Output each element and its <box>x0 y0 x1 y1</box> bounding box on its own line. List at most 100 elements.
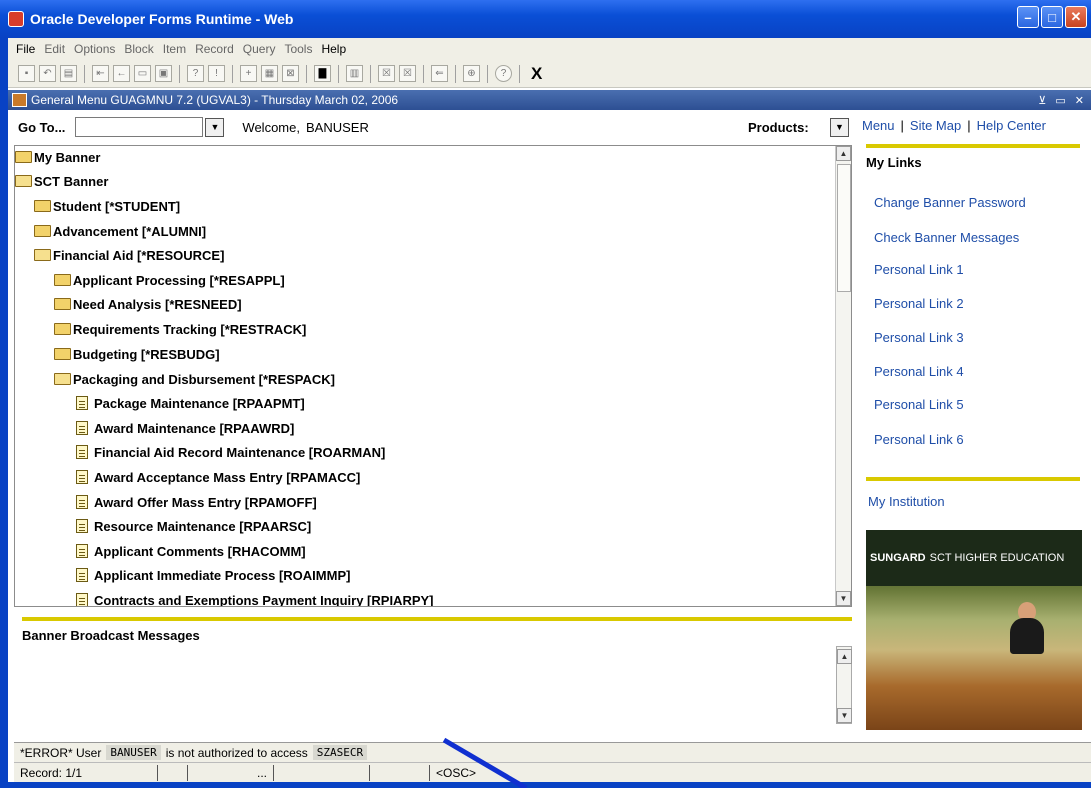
online-help-icon[interactable]: ⊕ <box>463 65 480 82</box>
window-left-frame <box>0 38 8 788</box>
scroll-down-icon[interactable]: ▼ <box>836 591 851 606</box>
folder-icon <box>15 151 32 163</box>
personal-link-1[interactable]: Personal Link 1 <box>874 262 964 277</box>
form-document-icon <box>76 396 88 410</box>
form-window-controls[interactable]: ⊻ ▭ ✕ <box>1038 94 1087 107</box>
broadcast-heading: Banner Broadcast Messages <box>22 628 200 643</box>
tree-node[interactable]: My Banner <box>15 146 100 168</box>
student-photo-body <box>1010 618 1044 654</box>
execute-query-icon[interactable]: ! <box>208 65 225 82</box>
toolbar-divider <box>423 64 424 83</box>
error-status-line: *ERROR* User BANUSER is not authorized t… <box>14 742 1091 762</box>
scroll-thumb[interactable] <box>837 164 851 292</box>
personal-link-6[interactable]: Personal Link 6 <box>874 432 964 447</box>
site-map-link[interactable]: Site Map <box>910 118 961 133</box>
minimize-button[interactable]: – <box>1017 6 1039 28</box>
rewind-icon[interactable]: ⇐ <box>431 65 448 82</box>
tree-node[interactable]: Award Maintenance [RPAAWRD] <box>76 417 294 439</box>
tree-node[interactable]: Applicant Comments [RHACOMM] <box>76 540 306 562</box>
broadcast-scrollbar[interactable]: ▲ ▼ <box>836 646 852 724</box>
personal-link-4[interactable]: Personal Link 4 <box>874 364 964 379</box>
menu-help[interactable]: Help <box>321 42 346 56</box>
enter-query-icon[interactable]: ? <box>187 65 204 82</box>
status-cell <box>158 764 188 781</box>
tree-node[interactable]: Applicant Processing [*RESAPPL] <box>54 269 285 291</box>
list-values-icon[interactable]: ☒ <box>378 65 395 82</box>
menu-query[interactable]: Query <box>243 42 276 56</box>
previous-block-icon[interactable]: ⇤ <box>92 65 109 82</box>
personal-link-5[interactable]: Personal Link 5 <box>874 397 964 412</box>
scroll-up-icon[interactable]: ▲ <box>836 146 851 161</box>
scroll-down-icon[interactable]: ▼ <box>837 708 852 723</box>
save-icon[interactable]: ▪ <box>18 65 35 82</box>
tree-node-label: Applicant Comments [RHACOMM] <box>94 543 306 559</box>
next-record-icon[interactable]: ▭ <box>134 65 151 82</box>
print-report-icon[interactable]: ▥ <box>346 65 363 82</box>
previous-record-icon[interactable]: ← <box>113 65 130 82</box>
tree-node-label: My Banner <box>34 149 101 165</box>
tree-node[interactable]: Contracts and Exemptions Payment Inquiry… <box>76 589 434 606</box>
remove-record-icon[interactable]: ▦ <box>261 65 278 82</box>
toolbar-divider <box>455 64 456 83</box>
menu-edit[interactable]: Edit <box>44 42 65 56</box>
maximize-button[interactable]: □ <box>1041 6 1063 28</box>
tree-node[interactable]: Resource Maintenance [RPAARSC] <box>76 515 311 537</box>
tree-scrollbar[interactable]: ▲ ▼ <box>835 146 851 606</box>
tree-node[interactable]: Advancement [*ALUMNI] <box>34 220 206 242</box>
tree-node[interactable]: Packaging and Disbursement [*RESPACK] <box>54 368 335 390</box>
tree-node[interactable]: Budgeting [*RESBUDG] <box>54 343 220 365</box>
menu-file[interactable]: File <box>16 42 35 56</box>
tree-node[interactable]: Financial Aid [*RESOURCE] <box>34 244 224 266</box>
check-messages-link[interactable]: Check Banner Messages <box>874 230 1019 245</box>
window-title: Oracle Developer Forms Runtime - Web <box>30 11 294 27</box>
form-title-bar: General Menu GUAGMNU 7.2 (UGVAL3) - Thur… <box>8 90 1091 110</box>
exit-button[interactable]: X <box>531 64 542 84</box>
clear-record-icon[interactable]: ⊠ <box>282 65 299 82</box>
chevron-down-icon: ▼ <box>835 122 844 132</box>
tree-node-label: Financial Aid Record Maintenance [ROARMA… <box>94 444 386 460</box>
goto-input[interactable] <box>75 117 204 137</box>
close-button[interactable]: ✕ <box>1065 6 1087 28</box>
insert-record-icon[interactable]: + <box>240 65 257 82</box>
form-document-icon <box>76 593 88 606</box>
tree-node-label: Resource Maintenance [RPAARSC] <box>94 518 312 534</box>
record-count: Record: 1/1 <box>14 764 158 781</box>
tree-node[interactable]: Award Offer Mass Entry [RPAMOFF] <box>76 491 317 513</box>
tree-node[interactable]: SCT Banner <box>15 170 108 192</box>
products-dropdown-button[interactable]: ▼ <box>830 117 849 137</box>
help-icon[interactable]: ? <box>495 65 512 82</box>
my-institution-link[interactable]: My Institution <box>868 494 945 509</box>
goto-dropdown-button[interactable]: ▼ <box>205 117 225 137</box>
link-separator: | <box>967 118 971 133</box>
personal-link-2[interactable]: Personal Link 2 <box>874 296 964 311</box>
help-center-link[interactable]: Help Center <box>977 118 1046 133</box>
welcome-text: Welcome, <box>242 119 300 135</box>
tree-node[interactable]: Requirements Tracking [*RESTRACK] <box>54 318 306 340</box>
tree-node[interactable]: Need Analysis [*RESNEED] <box>54 293 242 315</box>
menu-options[interactable]: Options <box>74 42 115 56</box>
link-separator: | <box>900 118 904 133</box>
window-bottom-frame <box>8 782 1091 788</box>
menu-tools[interactable]: Tools <box>284 42 312 56</box>
tree-node-label: Award Maintenance [RPAAWRD] <box>94 420 295 436</box>
change-password-link[interactable]: Change Banner Password <box>874 195 1026 210</box>
scroll-up-icon[interactable]: ▲ <box>837 649 852 664</box>
menu-link[interactable]: Menu <box>862 118 895 133</box>
tree-node[interactable]: Package Maintenance [RPAAPMT] <box>76 392 305 414</box>
rollback-icon[interactable]: ↶ <box>39 65 56 82</box>
window-title-bar[interactable]: Oracle Developer Forms Runtime - Web – □… <box>0 0 1091 38</box>
document-icon[interactable]: ▇ <box>314 65 331 82</box>
menu-block[interactable]: Block <box>124 42 153 56</box>
menu-record[interactable]: Record <box>195 42 234 56</box>
tree-node[interactable]: Award Acceptance Mass Entry [RPAMACC] <box>76 466 360 488</box>
tree-node[interactable]: Financial Aid Record Maintenance [ROARMA… <box>76 441 385 463</box>
personal-link-3[interactable]: Personal Link 3 <box>874 330 964 345</box>
clear-form-icon[interactable]: ☒ <box>399 65 416 82</box>
menu-item[interactable]: Item <box>163 42 186 56</box>
tree-node[interactable]: Applicant Immediate Process [ROAIMMP] <box>76 564 350 586</box>
goto-row: Go To... ▼ Welcome, BANUSER Products: ▼ <box>8 112 858 142</box>
next-block-icon[interactable]: ▣ <box>155 65 172 82</box>
tree-node[interactable]: Student [*STUDENT] <box>34 195 180 217</box>
toolbar-divider <box>487 64 488 83</box>
print-icon[interactable]: ▤ <box>60 65 77 82</box>
